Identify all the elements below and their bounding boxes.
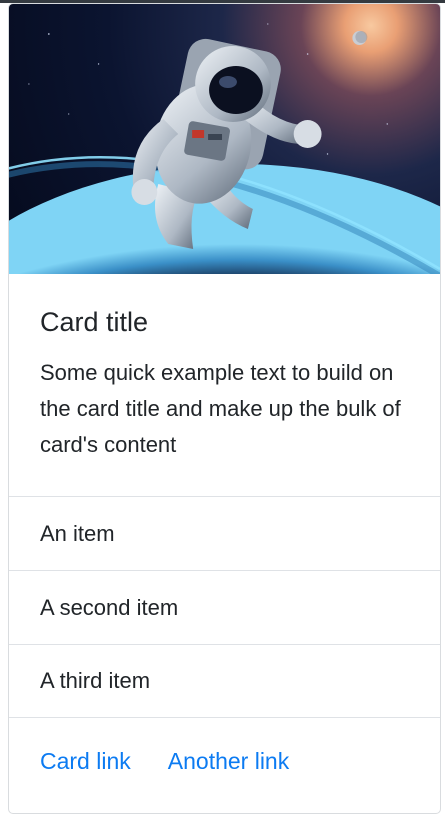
card-image [9,4,440,274]
list-item-1: An item [9,497,440,571]
list-item-3: A third item [9,645,440,718]
astronaut-illustration [9,23,440,274]
card-links: Card link Another link [9,718,440,775]
list-group: An item A second item A third item [9,497,440,718]
card: Card title Some quick example text to bu… [8,3,441,814]
list-item-2: A second item [9,571,440,645]
card-body: Card title Some quick example text to bu… [9,274,440,497]
card-text: Some quick example text to build on the … [40,360,401,457]
card-link[interactable]: Card link [40,748,131,775]
card-title: Card title [40,307,149,337]
another-link[interactable]: Another link [168,748,289,775]
